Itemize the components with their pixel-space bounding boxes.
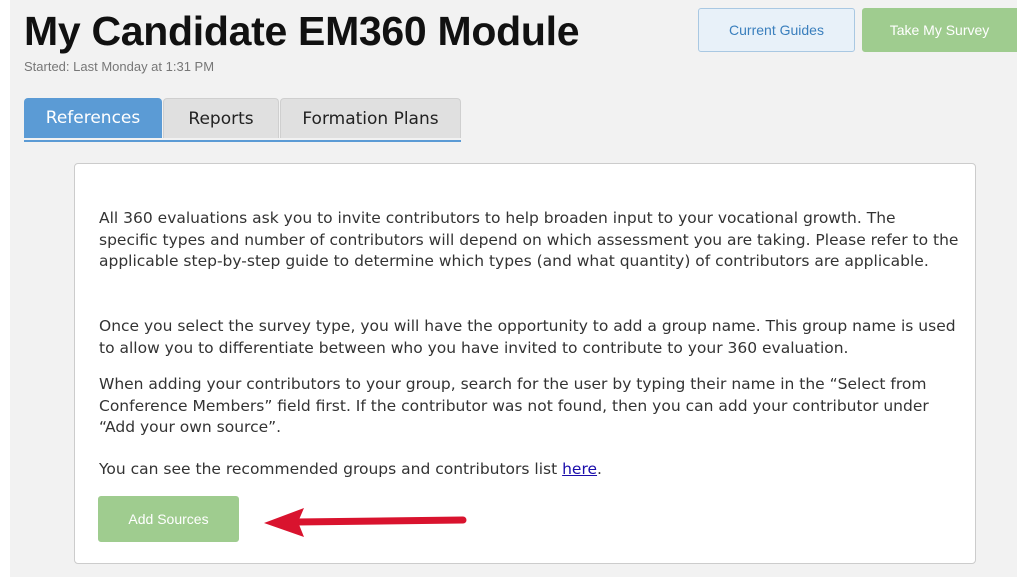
current-guides-button[interactable]: Current Guides: [698, 8, 855, 52]
tab-references[interactable]: References: [24, 98, 162, 138]
tab-reports[interactable]: Reports: [163, 98, 279, 138]
tab-formation-plans[interactable]: Formation Plans: [280, 98, 461, 138]
tab-bar: References Reports Formation Plans: [24, 98, 461, 142]
add-sources-button[interactable]: Add Sources: [98, 496, 239, 542]
group-name-paragraph: Once you select the survey type, you wil…: [99, 317, 956, 357]
arrow-head: [264, 508, 304, 537]
arrow-shaft: [292, 516, 467, 526]
contributors-paragraph: When adding your contributors to your gr…: [99, 375, 929, 436]
references-panel: All 360 evaluations ask you to invite co…: [74, 163, 976, 564]
red-arrow-icon: [264, 508, 467, 537]
page-title: My Candidate EM360 Module: [24, 8, 580, 54]
intro-paragraph: All 360 evaluations ask you to invite co…: [99, 209, 959, 270]
recommended-text: You can see the recommended groups and c…: [99, 460, 563, 478]
take-my-survey-button[interactable]: Take My Survey: [862, 8, 1017, 52]
page: My Candidate EM360 Module Started: Last …: [0, 0, 1017, 577]
here-link[interactable]: here: [562, 460, 597, 478]
started-timestamp: Started: Last Monday at 1:31 PM: [24, 59, 215, 74]
recommended-end: .: [597, 460, 602, 478]
recommended-paragraph: You can see the recommended groups and c…: [99, 459, 959, 481]
